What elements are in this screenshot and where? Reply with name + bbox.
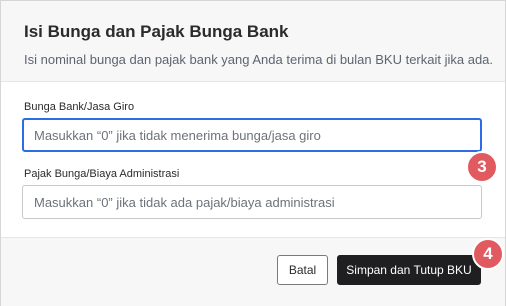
dialog-title: Isi Bunga dan Pajak Bunga Bank — [24, 22, 289, 41]
save-and-close-bku-button[interactable]: Simpan dan Tutup BKU — [337, 255, 481, 285]
dialog-header: Isi Bunga dan Pajak Bunga Bank Isi nomin… — [1, 1, 505, 82]
bunga-input[interactable] — [22, 118, 482, 152]
cancel-button[interactable]: Batal — [277, 255, 328, 285]
step-4-badge: 4 — [472, 238, 504, 270]
bunga-field-label: Bunga Bank/Jasa Giro — [24, 101, 135, 113]
step-3-badge: 3 — [466, 151, 498, 183]
pajak-input[interactable] — [22, 185, 482, 219]
dialog-subtitle: Isi nominal bunga dan pajak bank yang An… — [24, 52, 494, 67]
bunga-pajak-dialog: Isi Bunga dan Pajak Bunga Bank Isi nomin… — [0, 0, 506, 306]
pajak-field-label: Pajak Bunga/Biaya Administrasi — [24, 168, 180, 180]
